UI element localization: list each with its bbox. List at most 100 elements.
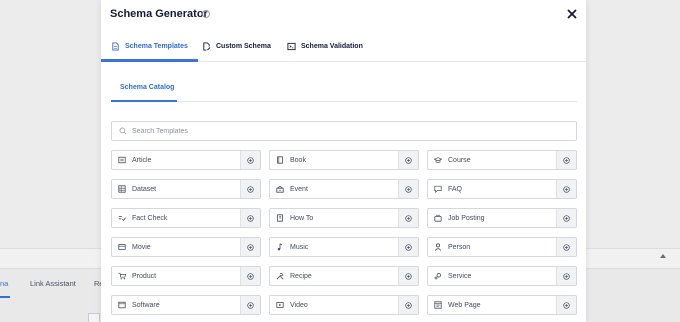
tab-schema-validation[interactable]: Schema Validation xyxy=(287,30,363,62)
template-label: Video xyxy=(290,301,308,309)
add-circle-icon xyxy=(405,272,412,280)
modal-tabs: Schema Templates Custom Schema Schema Va… xyxy=(101,30,586,62)
template-service[interactable]: Service xyxy=(427,266,577,286)
template-fact-check[interactable]: Fact Check xyxy=(111,208,261,228)
add-template-button[interactable] xyxy=(240,209,260,227)
divider xyxy=(111,101,577,102)
add-template-button[interactable] xyxy=(398,238,418,256)
person-icon xyxy=(434,243,442,251)
template-job-posting[interactable]: Job Posting xyxy=(427,208,577,228)
modal-title: Schema Generator xyxy=(110,8,208,20)
template-label: Music xyxy=(290,243,309,251)
caret-up-icon[interactable] xyxy=(660,254,666,258)
template-label: Course xyxy=(448,156,471,164)
search-icon xyxy=(119,127,127,135)
terminal-icon xyxy=(287,42,296,50)
modal-header: Schema Generator ? xyxy=(101,0,586,30)
add-circle-icon xyxy=(563,214,570,222)
movie-icon xyxy=(118,243,126,251)
add-circle-icon xyxy=(563,243,570,251)
add-template-button[interactable] xyxy=(398,209,418,227)
add-template-button[interactable] xyxy=(398,180,418,198)
fact-check-icon xyxy=(118,214,126,222)
add-template-button[interactable] xyxy=(556,151,576,169)
active-tab-indicator xyxy=(101,59,198,62)
add-template-button[interactable] xyxy=(398,296,418,314)
add-circle-icon xyxy=(405,243,412,251)
template-label: Service xyxy=(448,272,472,280)
template-label: Recipe xyxy=(290,272,312,280)
add-circle-icon xyxy=(247,272,254,280)
add-template-button[interactable] xyxy=(556,180,576,198)
add-template-button[interactable] xyxy=(398,151,418,169)
event-icon xyxy=(276,185,284,193)
web-page-icon xyxy=(434,301,442,309)
add-circle-icon xyxy=(563,156,570,164)
service-icon xyxy=(434,272,442,280)
template-music[interactable]: Music xyxy=(269,237,419,257)
template-dataset[interactable]: Dataset xyxy=(111,179,261,199)
add-template-button[interactable] xyxy=(240,238,260,256)
add-template-button[interactable] xyxy=(240,180,260,198)
add-circle-icon xyxy=(405,214,412,222)
dataset-icon xyxy=(118,185,126,193)
faq-icon xyxy=(434,185,442,193)
template-label: Fact Check xyxy=(132,214,168,222)
tab-label: Schema Validation xyxy=(301,42,363,50)
add-circle-icon xyxy=(247,301,254,309)
template-product[interactable]: Product xyxy=(111,266,261,286)
add-template-button[interactable] xyxy=(556,209,576,227)
music-icon xyxy=(276,243,284,251)
add-template-button[interactable] xyxy=(556,296,576,314)
add-circle-icon xyxy=(405,185,412,193)
template-event[interactable]: Event xyxy=(269,179,419,199)
background-tab[interactable]: na xyxy=(0,279,8,288)
background-tab-link-assistant[interactable]: Link Assistant xyxy=(30,279,76,288)
add-circle-icon xyxy=(563,272,570,280)
template-article[interactable]: Article xyxy=(111,150,261,170)
template-course[interactable]: Course xyxy=(427,150,577,170)
add-template-button[interactable] xyxy=(556,267,576,285)
video-icon xyxy=(276,301,284,309)
template-person[interactable]: Person xyxy=(427,237,577,257)
background-tab-underline xyxy=(0,296,10,298)
tab-label: Custom Schema xyxy=(216,42,271,50)
add-template-button[interactable] xyxy=(240,267,260,285)
template-faq[interactable]: FAQ xyxy=(427,179,577,199)
add-circle-icon xyxy=(563,185,570,193)
help-icon[interactable]: ? xyxy=(202,10,210,18)
job-posting-icon xyxy=(434,214,442,222)
tab-schema-templates[interactable]: Schema Templates xyxy=(111,30,188,62)
tab-schema-catalog[interactable]: Schema Catalog xyxy=(120,84,174,91)
schema-generator-modal: Schema Generator ? Schema Templates Cust… xyxy=(101,0,586,322)
add-template-button[interactable] xyxy=(240,296,260,314)
close-button[interactable] xyxy=(565,7,579,21)
search-input[interactable] xyxy=(132,127,552,135)
add-template-button[interactable] xyxy=(240,151,260,169)
add-template-button[interactable] xyxy=(398,267,418,285)
template-recipe[interactable]: Recipe xyxy=(269,266,419,286)
template-how-to[interactable]: How To xyxy=(269,208,419,228)
recipe-icon xyxy=(276,272,284,280)
tab-custom-schema[interactable]: Custom Schema xyxy=(202,30,271,62)
template-label: Movie xyxy=(132,243,151,251)
template-label: Web Page xyxy=(448,301,481,309)
background-box xyxy=(88,313,100,322)
template-label: Product xyxy=(132,272,157,280)
template-book[interactable]: Book xyxy=(269,150,419,170)
template-label: Article xyxy=(132,156,152,164)
book-icon xyxy=(276,156,284,164)
add-circle-icon xyxy=(247,185,254,193)
template-label: How To xyxy=(290,214,314,222)
add-circle-icon xyxy=(405,301,412,309)
software-icon xyxy=(118,301,126,309)
template-movie[interactable]: Movie xyxy=(111,237,261,257)
how-to-icon xyxy=(276,214,284,222)
template-label: Job Posting xyxy=(448,214,485,222)
document-icon xyxy=(112,41,119,51)
template-video[interactable]: Video xyxy=(269,295,419,315)
template-web-page[interactable]: Web Page xyxy=(427,295,577,315)
add-template-button[interactable] xyxy=(556,238,576,256)
template-software[interactable]: Software xyxy=(111,295,261,315)
product-icon xyxy=(118,272,126,280)
